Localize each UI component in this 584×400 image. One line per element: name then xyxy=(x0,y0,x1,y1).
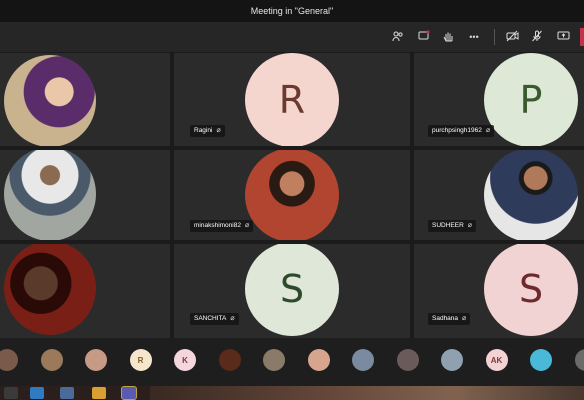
avatar-initial: S xyxy=(279,267,305,311)
strip-avatar-label: AK xyxy=(490,355,503,365)
strip-avatar-photo[interactable] xyxy=(352,349,374,371)
avatar-initial: R xyxy=(278,78,306,122)
participant-tile[interactable]: minakshimoni82 ⌀ xyxy=(174,150,410,240)
desktop-wallpaper xyxy=(150,386,584,400)
strip-avatar-photo[interactable] xyxy=(441,349,463,371)
participant-name: SANCHITA xyxy=(194,315,227,322)
name-tag: minakshimoni82 ⌀ xyxy=(190,220,254,232)
name-tag: SUDHEER ⌀ xyxy=(428,220,477,232)
name-tag: Sadhana ⌀ xyxy=(428,313,471,325)
participant-tile[interactable]: S SANCHITA ⌀ xyxy=(174,244,410,338)
toolbar-divider xyxy=(494,29,495,45)
participant-tile[interactable]: P purchpsingh1962 ⌀ xyxy=(414,53,584,146)
camera-off-icon[interactable] xyxy=(505,30,519,44)
strip-avatar-label: R xyxy=(137,355,144,365)
mic-off-icon: ⌀ xyxy=(230,315,235,322)
strip-avatar-photo[interactable] xyxy=(307,349,330,371)
strip-avatar-initials[interactable]: AK xyxy=(485,349,508,371)
participant-tile[interactable] xyxy=(0,53,170,146)
participant-photo xyxy=(4,55,96,146)
name-tag: Ragini ⌀ xyxy=(190,125,225,137)
participant-avatar: R xyxy=(245,53,339,146)
participant-photo xyxy=(4,244,96,335)
participant-avatar: S xyxy=(245,244,339,336)
participant-tile[interactable]: R Ragini ⌀ xyxy=(174,53,410,146)
more-actions-icon[interactable]: ••• xyxy=(466,30,482,44)
participant-photo xyxy=(245,150,339,240)
participant-tile[interactable]: SUDHEER ⌀ xyxy=(414,150,584,240)
participant-name: SUDHEER xyxy=(432,222,464,229)
chrome-icon[interactable] xyxy=(92,387,106,399)
share-screen-icon[interactable] xyxy=(556,30,570,44)
strip-avatar-photo[interactable] xyxy=(530,349,552,371)
strip-avatar-photo[interactable] xyxy=(40,349,63,371)
edge-icon[interactable] xyxy=(30,387,44,399)
strip-avatar-initials[interactable]: K xyxy=(174,349,196,371)
participant-name: Ragini xyxy=(194,127,213,134)
participants-icon[interactable] xyxy=(391,30,405,44)
participant-avatar: P xyxy=(484,53,578,146)
participant-avatar: S xyxy=(484,244,578,336)
participant-grid: R Ragini ⌀ P purchpsingh1962 ⌀ minakshimon… xyxy=(0,53,584,338)
strip-avatar-photo[interactable] xyxy=(396,349,419,371)
meeting-toolbar: ••• xyxy=(0,22,584,53)
strip-avatar-photo[interactable] xyxy=(85,349,107,371)
avatar-initial: S xyxy=(518,267,544,311)
participant-photo xyxy=(484,150,578,240)
mic-off-icon: ⌀ xyxy=(244,222,250,229)
participant-strip: R K AK xyxy=(0,338,584,386)
participant-photo xyxy=(4,150,96,240)
file-explorer-icon[interactable] xyxy=(4,387,18,399)
strip-avatar-initials[interactable]: R xyxy=(129,349,152,371)
strip-avatar-label: K xyxy=(182,355,188,365)
participant-tile[interactable]: S Sadhana ⌀ xyxy=(414,244,584,338)
mic-off-icon[interactable] xyxy=(530,30,544,44)
raise-hand-icon[interactable] xyxy=(441,30,455,44)
windows-taskbar xyxy=(0,386,584,400)
window-title: Meeting in "General" xyxy=(0,0,584,22)
chat-icon[interactable] xyxy=(417,30,431,44)
name-tag: purchpsingh1962 ⌀ xyxy=(428,125,495,137)
strip-avatar-photo[interactable] xyxy=(263,349,285,371)
strip-avatar-photo[interactable] xyxy=(218,349,241,371)
participant-name: purchpsingh1962 xyxy=(432,127,482,134)
mic-off-icon: ⌀ xyxy=(485,127,491,134)
participant-name: Sadhana xyxy=(432,315,459,322)
mic-off-icon: ⌀ xyxy=(467,222,473,229)
store-icon[interactable] xyxy=(60,387,74,399)
participant-name: minakshimoni82 xyxy=(194,222,241,229)
leave-button[interactable] xyxy=(580,28,584,46)
strip-avatar-photo[interactable] xyxy=(0,349,18,371)
participant-tile[interactable] xyxy=(0,244,170,338)
mic-off-icon: ⌀ xyxy=(462,315,467,322)
name-tag: SANCHITA ⌀ xyxy=(190,313,239,325)
mic-off-icon: ⌀ xyxy=(216,127,221,134)
teams-icon[interactable] xyxy=(122,387,136,399)
strip-avatar-photo[interactable] xyxy=(574,349,584,371)
avatar-initial: P xyxy=(519,78,543,122)
participant-tile[interactable] xyxy=(0,150,170,240)
